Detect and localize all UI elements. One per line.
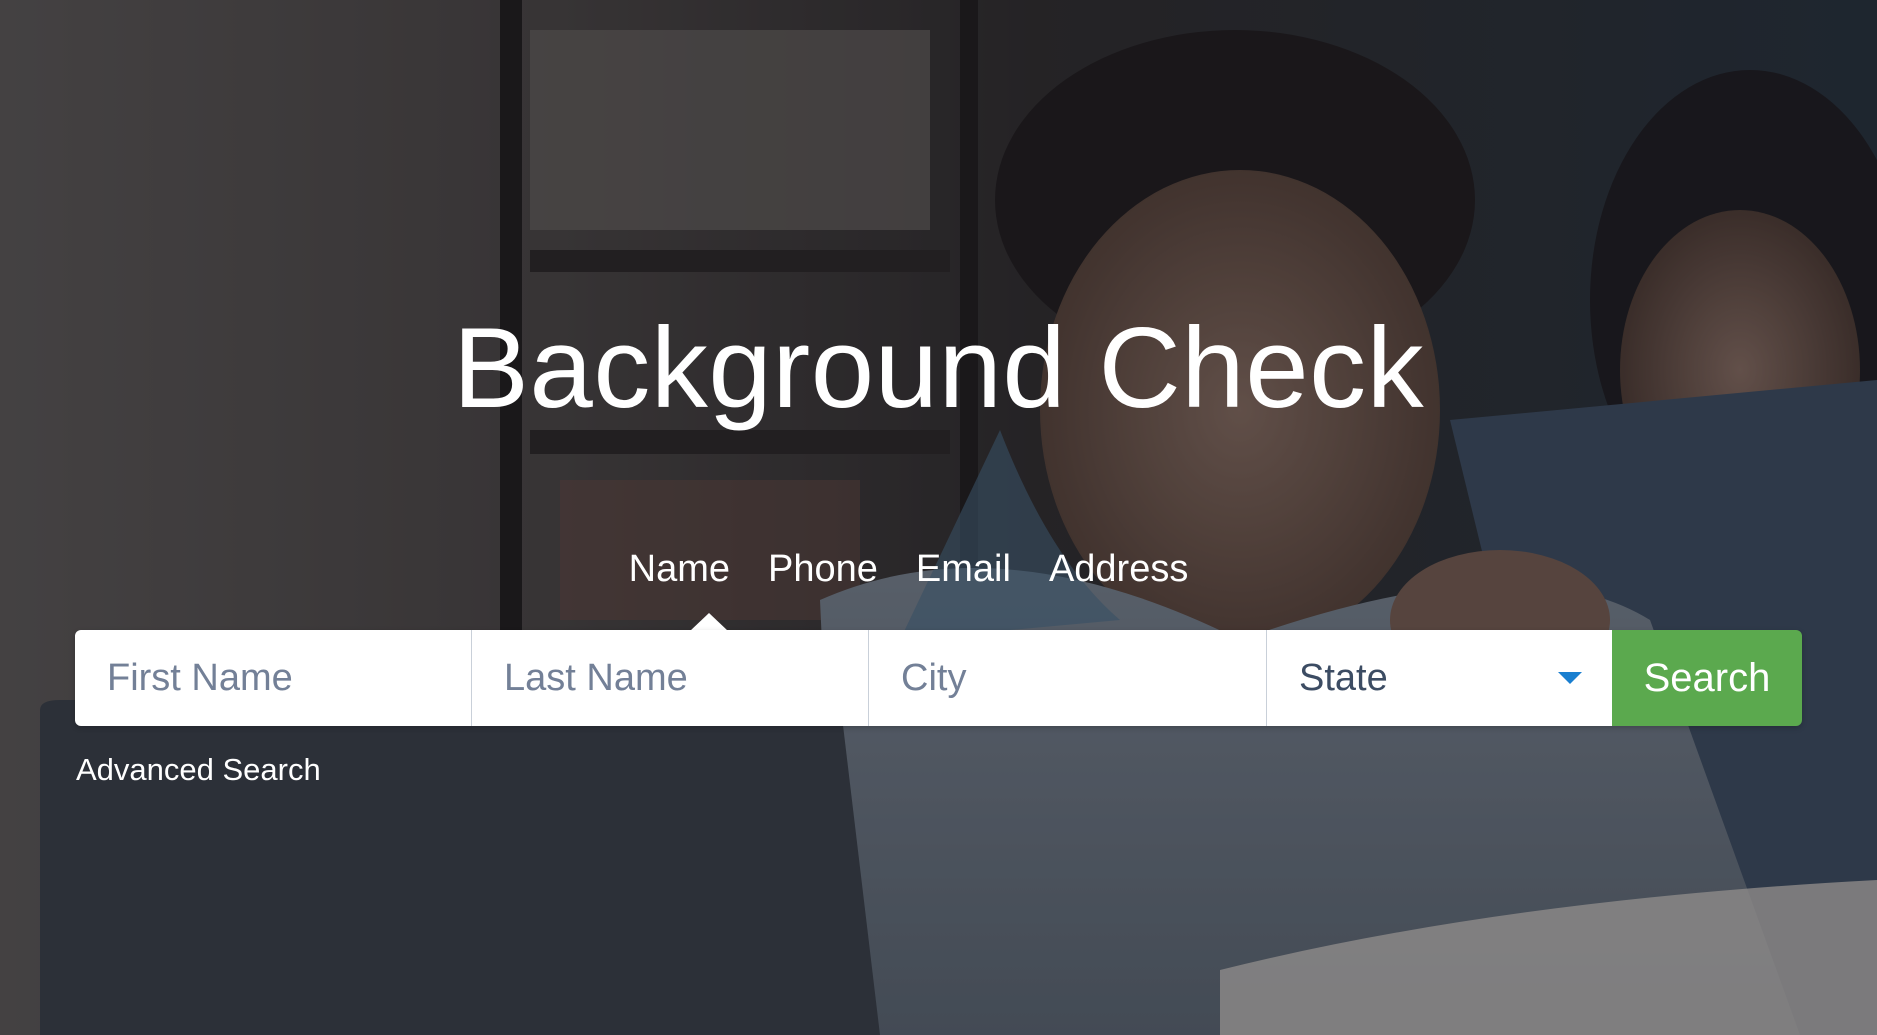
city-placeholder: City (901, 656, 967, 699)
state-selected-value: State (1299, 656, 1388, 699)
caret-up-icon (690, 613, 728, 631)
city-field[interactable]: City (869, 630, 1267, 726)
search-form: First Name Last Name City State Search (75, 630, 1802, 726)
first-name-placeholder: First Name (107, 656, 293, 699)
last-name-placeholder: Last Name (504, 656, 688, 699)
search-type-tabs: Name Phone Email Address (0, 546, 1877, 592)
advanced-search-link[interactable]: Advanced Search (76, 752, 321, 788)
tab-address[interactable]: Address (1049, 546, 1188, 592)
tab-name[interactable]: Name (629, 546, 730, 592)
search-button[interactable]: Search (1612, 630, 1802, 726)
tab-phone[interactable]: Phone (768, 546, 878, 592)
state-select[interactable]: State (1267, 630, 1612, 726)
chevron-down-icon (1558, 672, 1582, 684)
first-name-field[interactable]: First Name (75, 630, 472, 726)
tab-email[interactable]: Email (916, 546, 1011, 592)
hero-section: Background Check Name Phone Email Addres… (0, 0, 1877, 1035)
last-name-field[interactable]: Last Name (472, 630, 869, 726)
background-overlay (0, 0, 1877, 1035)
page-title: Background Check (452, 305, 1425, 432)
